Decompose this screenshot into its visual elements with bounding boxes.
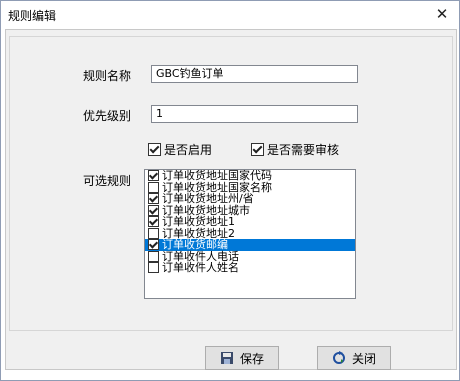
form-group: 规则名称 GBC钓鱼订单 优先级别 1 是否启用 是否需要审核 可选规则 订单收… xyxy=(9,36,453,331)
rule-label: 订单收货邮编 xyxy=(162,239,232,251)
title-bar: 规则编辑 ✕ xyxy=(1,1,459,29)
close-icon[interactable]: ✕ xyxy=(431,4,453,24)
list-item-selected[interactable]: 订单收货邮编 xyxy=(145,239,355,251)
rule-checkbox[interactable] xyxy=(148,227,159,239)
close-label: 关闭 xyxy=(351,351,376,366)
optional-rules-list[interactable]: 订单收货地址国家代码 订单收货地址国家名称 订单收货地址州/省 订单收货地址城市… xyxy=(144,169,356,299)
need-review-checkbox[interactable]: 是否需要审核 xyxy=(251,141,339,158)
rule-name-input[interactable]: GBC钓鱼订单 xyxy=(151,65,358,83)
rule-checkbox[interactable] xyxy=(148,216,159,228)
rule-label: 订单收货地址国家代码 xyxy=(162,169,272,183)
need-review-label: 是否需要审核 xyxy=(267,143,340,157)
enabled-label: 是否启用 xyxy=(164,143,213,157)
rule-label: 订单收货地址1 xyxy=(162,215,235,229)
enabled-checkbox[interactable]: 是否启用 xyxy=(148,141,212,158)
list-item[interactable]: 订单收件人姓名 xyxy=(145,262,355,274)
rule-checkbox[interactable] xyxy=(148,262,159,274)
rule-checkbox[interactable] xyxy=(148,170,159,182)
optional-rules-label: 可选规则 xyxy=(83,174,132,188)
refresh-close-icon xyxy=(332,351,345,364)
close-button[interactable]: 关闭 xyxy=(317,346,391,370)
rule-name-label: 规则名称 xyxy=(83,69,132,83)
enabled-check-box[interactable] xyxy=(148,143,161,156)
save-button[interactable]: 保存 xyxy=(205,346,279,370)
priority-label: 优先级别 xyxy=(83,109,132,123)
rule-checkbox[interactable] xyxy=(148,239,159,251)
rule-checkbox[interactable] xyxy=(148,181,159,193)
dialog-body: 规则名称 GBC钓鱼订单 优先级别 1 是否启用 是否需要审核 可选规则 订单收… xyxy=(5,29,457,370)
save-label: 保存 xyxy=(239,351,264,366)
rule-checkbox[interactable] xyxy=(148,193,159,205)
rule-edit-dialog: 规则编辑 ✕ 规则名称 GBC钓鱼订单 优先级别 1 是否启用 是否需要审核 可… xyxy=(0,0,460,381)
window-title: 规则编辑 xyxy=(8,9,57,23)
list-item[interactable]: 订单收货地址国家代码 xyxy=(145,170,355,182)
list-item[interactable]: 订单收货地址州/省 xyxy=(145,193,355,205)
rule-label: 订单收件人姓名 xyxy=(162,261,239,275)
rule-label: 订单收货地址州/省 xyxy=(162,192,254,206)
need-review-check-box[interactable] xyxy=(251,143,264,156)
list-item[interactable]: 订单收货地址1 xyxy=(145,216,355,228)
save-icon xyxy=(220,352,233,364)
rule-checkbox[interactable] xyxy=(148,204,159,216)
rule-checkbox[interactable] xyxy=(148,250,159,262)
priority-input[interactable]: 1 xyxy=(151,105,358,123)
